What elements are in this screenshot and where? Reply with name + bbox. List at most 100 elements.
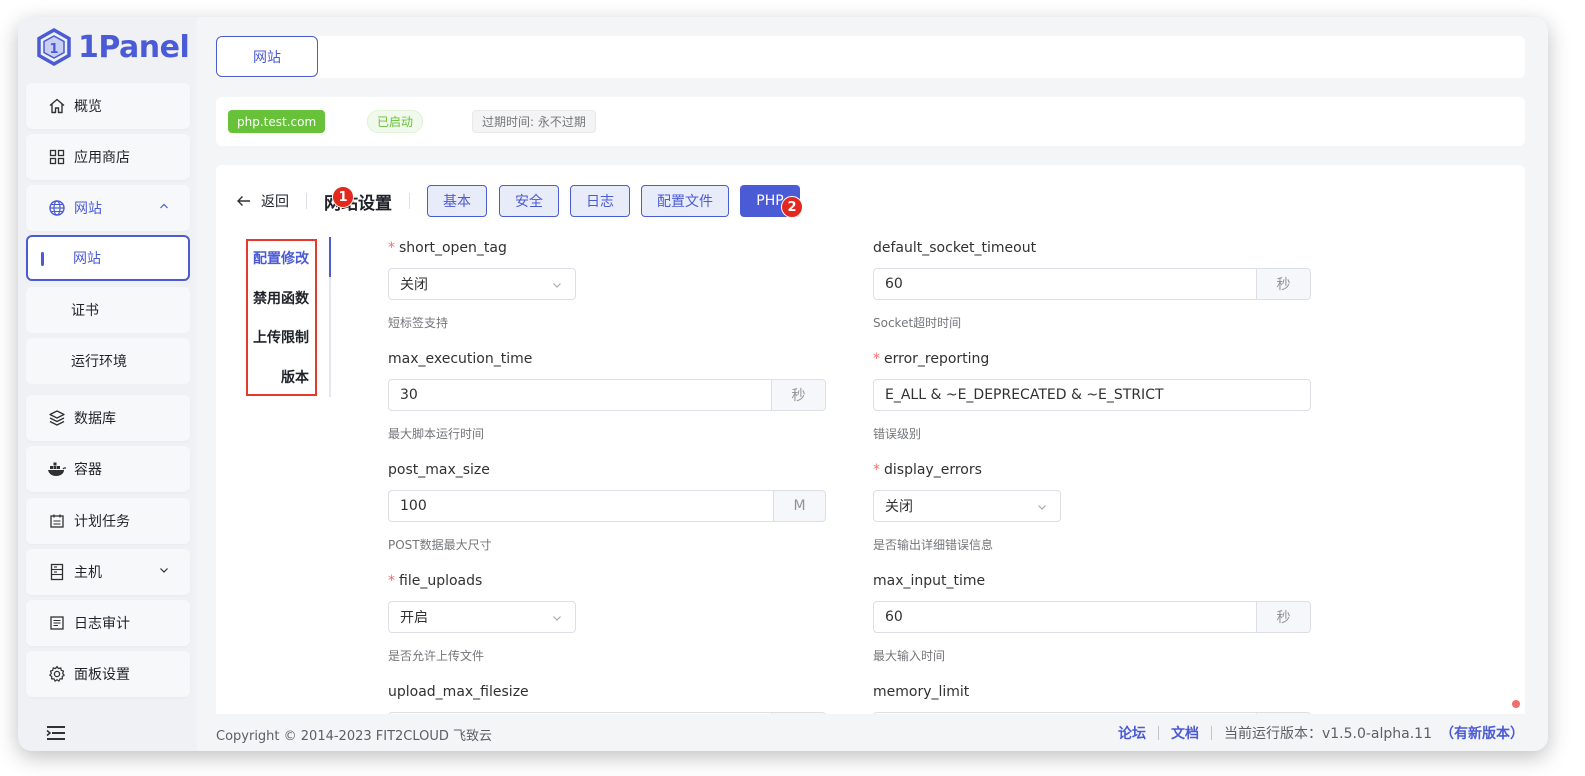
tab-websites[interactable]: 网站 [216,36,318,77]
field-help: 短标签支持 [388,316,449,330]
field-error-reporting: * error_reporting E_ALL & ~E_DEPRECATED &… [873,349,1313,449]
field-label: * display_errors [873,460,1313,480]
submenu-label: 证书 [71,303,99,319]
domain-tag: php.test.com [228,110,326,133]
field-help: 最大脚本运行时间 [388,427,485,441]
main-content: 网站 php.test.com 已启动 过期时间: 永不过期 返回 网站设置 1… [197,17,1548,751]
collapse-sidebar-button[interactable] [46,724,66,746]
logo[interactable]: 1 1Panel [36,27,190,67]
chevron-up-icon [158,200,170,216]
sidebar-item-label: 数据库 [74,411,116,427]
home-icon [47,96,67,116]
menu-fold-icon [46,726,65,740]
post-max-size-input[interactable]: 100 [388,490,774,522]
logo-icon: 1 [37,28,71,66]
grid-icon [47,147,67,167]
max-execution-time-input-group: 30 秒 [388,379,826,411]
field-max-input-time: max_input_time 60 秒 最大输入时间 [873,571,1313,671]
annotation-badge-2: 2 [781,196,803,218]
display-errors-select[interactable]: 关闭 [873,490,1061,522]
arrow-left-icon [237,196,250,206]
settings-header: 返回 网站设置 [236,185,427,217]
status-badge: 已启动 [367,110,424,133]
field-help: POST数据最大尺寸 [388,538,492,552]
select-value: 关闭 [885,499,913,515]
side-tab-version[interactable]: 版本 [281,367,309,387]
default-socket-timeout-input[interactable]: 60 [873,268,1257,300]
field-default-socket-timeout: default_socket_timeout 60 秒 Socket超时时间 [873,238,1313,338]
file-uploads-select[interactable]: 开启 [388,601,576,633]
default-socket-timeout-input-group: 60 秒 [873,268,1311,300]
label-text: short_open_tag [399,240,507,256]
max-execution-time-input[interactable]: 30 [388,379,772,411]
field-label: max_input_time [873,573,986,589]
log-icon [47,613,67,633]
sidebar-item-cron[interactable]: 计划任务 [26,498,190,544]
short-open-tag-select[interactable]: 关闭 [388,268,576,300]
field-help: 是否允许上传文件 [388,649,485,663]
field-label: upload_max_filesize [388,684,529,700]
sidebar-item-app-store[interactable]: 应用商店 [26,134,190,180]
back-label: 返回 [261,194,289,210]
server-icon [47,562,67,582]
submenu-label: 运行环境 [71,354,127,370]
unit-seconds: 秒 [1257,601,1311,633]
sidebar-item-label: 容器 [74,462,102,478]
error-reporting-input[interactable]: E_ALL & ~E_DEPRECATED & ~E_STRICT [873,379,1311,411]
side-tab-disabled-functions[interactable]: 禁用函数 [253,288,309,308]
chevron-down-icon [551,279,563,295]
new-version-link[interactable]: （有新版本） [1440,723,1524,743]
tab-config-file[interactable]: 配置文件 [641,185,729,217]
tab-basic[interactable]: 基本 [427,185,487,217]
divider [1157,726,1159,740]
sidebar-item-overview[interactable]: 概览 [26,83,190,129]
settings-panel: 返回 网站设置 1 基本 安全 日志 配置文件 PHP 2 配置修改 禁用函数 … [216,165,1525,725]
footer-links: 论坛 文档 当前运行版本：v1.5.0-alpha.11 （有新版本） [1118,723,1524,743]
divider [1210,726,1212,740]
sidebar-item-website[interactable]: 网站 [26,185,190,231]
max-input-time-input[interactable]: 60 [873,601,1257,633]
tab-security[interactable]: 安全 [499,185,559,217]
sidebar-item-label: 概览 [74,99,102,115]
site-info-bar: php.test.com 已启动 过期时间: 永不过期 [216,97,1525,146]
field-max-execution-time: max_execution_time 30 秒 最大脚本运行时间 [388,349,828,449]
sidebar-item-log-audit[interactable]: 日志审计 [26,600,190,646]
active-indicator [41,252,44,266]
select-value: 关闭 [400,277,428,293]
gear-icon [47,664,67,684]
field-label: * short_open_tag [388,238,828,258]
submenu-item-runtime[interactable]: 运行环境 [26,338,190,384]
required-mark: * [388,573,395,589]
chevron-down-icon [158,564,170,580]
side-tab-config[interactable]: 配置修改 [253,248,309,268]
svg-text:1: 1 [49,42,58,57]
field-short-open-tag: * short_open_tag 关闭 短标签支持 [388,238,828,338]
side-tab-upload-limit[interactable]: 上传限制 [253,327,309,347]
docker-icon [47,459,67,479]
copyright: Copyright © 2014-2023 FIT2CLOUD 飞致云 [216,729,493,744]
globe-icon [47,198,67,218]
field-post-max-size: post_max_size 100 M POST数据最大尺寸 [388,460,828,560]
chevron-down-icon [551,612,563,628]
max-input-time-input-group: 60 秒 [873,601,1311,633]
sidebar-item-panel-settings[interactable]: 面板设置 [26,651,190,697]
unit-seconds: 秒 [1257,268,1311,300]
post-max-size-input-group: 100 M [388,490,826,522]
back-button[interactable]: 返回 [236,191,289,211]
side-tabs-active-bar [329,237,331,277]
submenu-item-certificates[interactable]: 证书 [26,287,190,333]
footer: Copyright © 2014-2023 FIT2CLOUD 飞致云 论坛 文… [197,714,1548,751]
sidebar-item-host[interactable]: 主机 [26,549,190,595]
expire-tag: 过期时间: 永不过期 [472,110,596,133]
tab-log[interactable]: 日志 [570,185,630,217]
sidebar-item-database[interactable]: 数据库 [26,395,190,441]
forum-link[interactable]: 论坛 [1118,723,1146,743]
field-label: default_socket_timeout [873,240,1037,256]
submenu-item-websites[interactable]: 网站 [26,235,190,281]
chevron-down-icon [1036,501,1048,517]
top-tab-bar: 网站 [216,36,1525,78]
docs-link[interactable]: 文档 [1171,723,1199,743]
sidebar-item-container[interactable]: 容器 [26,446,190,492]
select-value: 开启 [400,610,428,626]
notification-dot [1512,700,1520,708]
